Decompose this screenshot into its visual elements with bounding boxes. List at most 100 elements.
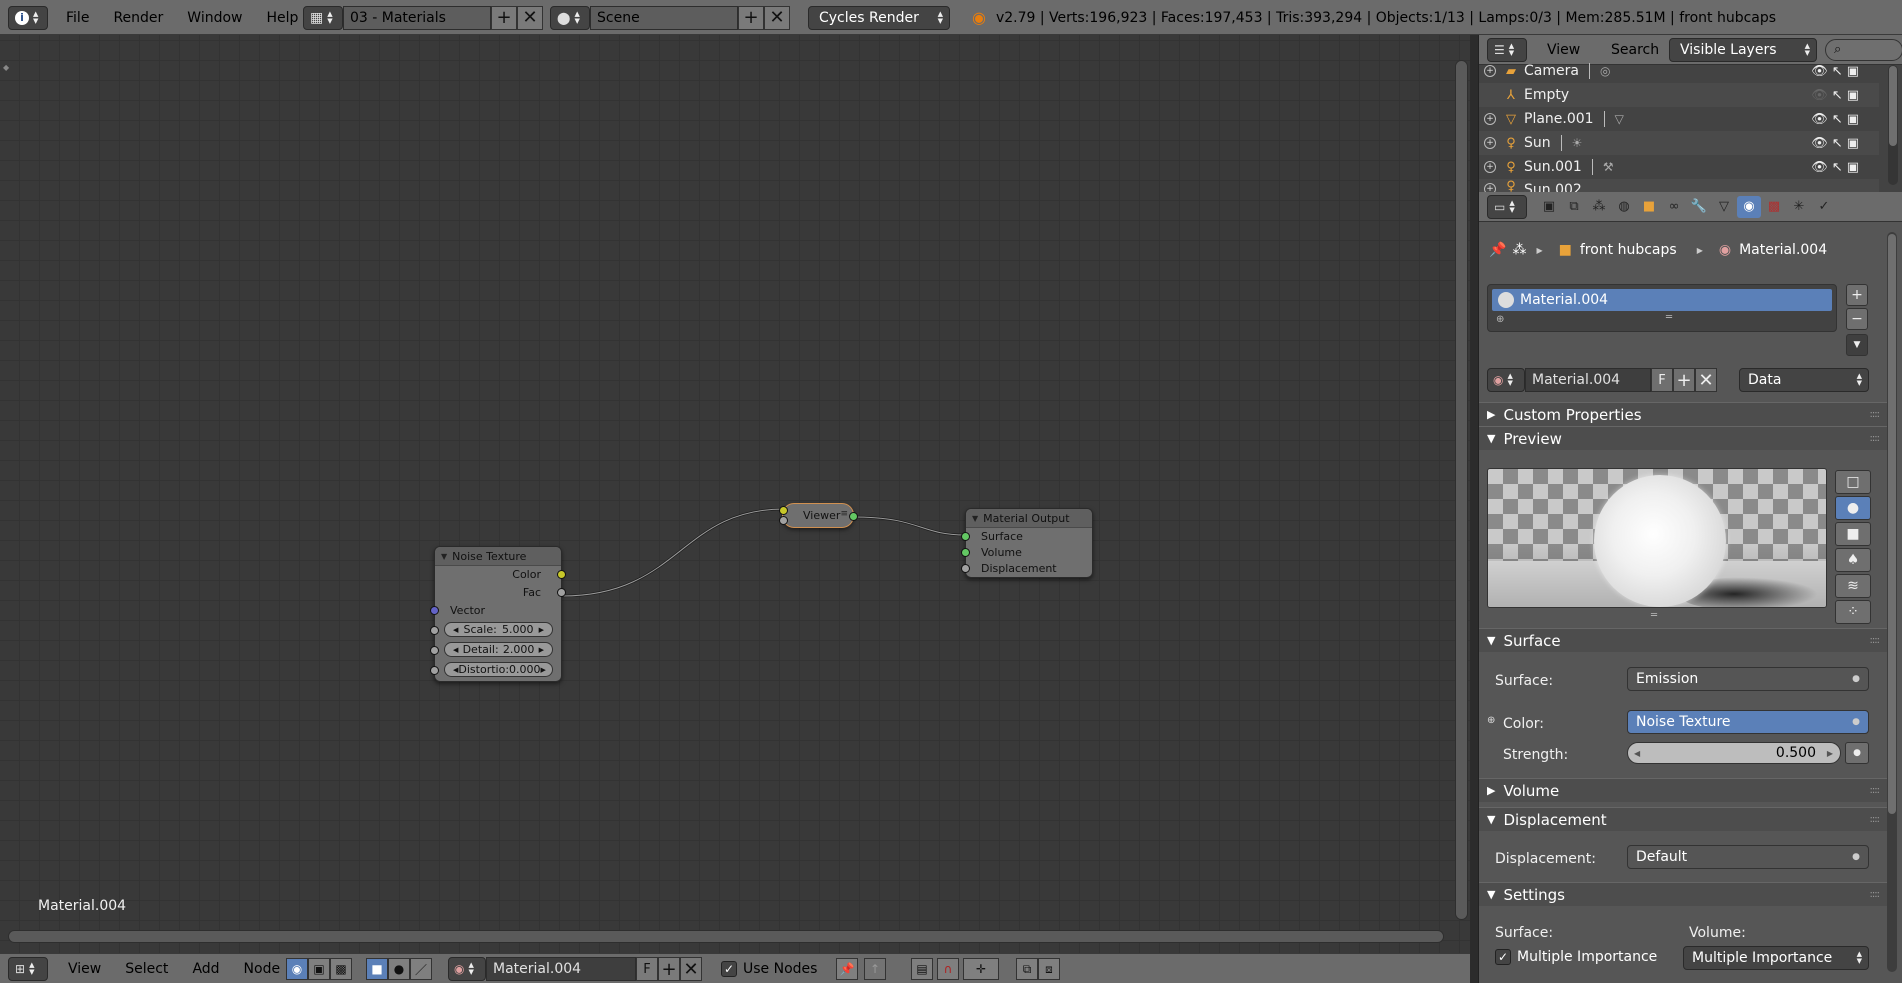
slider-right-arrow-icon[interactable]: ▶: [541, 666, 546, 674]
panel-grip-icon[interactable]: ::::: [1870, 889, 1881, 900]
menu-render[interactable]: Render: [105, 10, 171, 26]
noise-texture-node[interactable]: ▼ Noise Texture Color Fac Vector ◀ Scale…: [430, 546, 566, 682]
delete-screen-button[interactable]: ✕: [517, 5, 543, 30]
world-shader-button[interactable]: ●: [388, 958, 410, 980]
add-scene-button[interactable]: +: [738, 5, 764, 30]
fake-user-button[interactable]: F: [1651, 368, 1673, 392]
panel-grip-icon[interactable]: ::::: [1870, 409, 1881, 420]
outliner-menu-view[interactable]: View: [1539, 42, 1588, 58]
render-icon[interactable]: ▣: [1847, 136, 1859, 151]
panel-preview[interactable]: ▼ Preview ::::: [1479, 426, 1887, 450]
slider-left-arrow-icon[interactable]: ◀: [453, 626, 458, 634]
multiple-importance-toggle[interactable]: ✓ Multiple Importance: [1495, 949, 1657, 965]
expand-icon[interactable]: +: [1484, 65, 1496, 77]
node-header[interactable]: ▼ Noise Texture: [435, 547, 561, 566]
scrollbar-thumb[interactable]: [1456, 61, 1467, 919]
input-scale-socket[interactable]: [430, 626, 439, 635]
cursor-icon[interactable]: ↖: [1832, 160, 1843, 175]
render-icon[interactable]: ▣: [1847, 160, 1859, 175]
scrollbar-thumb[interactable]: [9, 931, 1443, 942]
cursor-icon[interactable]: ↖: [1832, 64, 1843, 79]
tab-material[interactable]: ◉: [1737, 195, 1761, 218]
distortion-slider[interactable]: ◀ Distortio: 0.000 ▶: [444, 662, 553, 677]
menu-view[interactable]: View: [60, 961, 109, 977]
unlink-material-button[interactable]: ✕: [1695, 368, 1717, 392]
preview-sphere-button[interactable]: ●: [1835, 496, 1871, 520]
preview-sphere-a-button[interactable]: ⁘: [1835, 600, 1871, 624]
expand-icon[interactable]: +: [1484, 113, 1496, 125]
go-parent-button[interactable]: ↑: [864, 958, 886, 980]
panel-volume[interactable]: ▶ Volume ::::: [1479, 778, 1887, 802]
cursor-icon[interactable]: ↖: [1832, 112, 1843, 127]
horizontal-scrollbar[interactable]: [8, 930, 1444, 943]
outliner-item-sun-001[interactable]: + ♀ Sun.001 ⚒ 👁 ↖ ▣: [1479, 155, 1879, 179]
material-browse[interactable]: ◉ ▲ ▼: [448, 957, 486, 981]
node-menu-icon[interactable]: ≡: [840, 509, 848, 519]
cursor-icon[interactable]: ↖: [1832, 88, 1843, 103]
eye-icon[interactable]: 👁: [1811, 64, 1828, 79]
render-icon[interactable]: ▣: [1847, 112, 1859, 127]
eye-icon[interactable]: 👁: [1811, 88, 1828, 103]
new-material-button[interactable]: +: [658, 957, 680, 981]
use-nodes-checkbox[interactable]: ✓: [721, 961, 737, 977]
color-input-dropdown[interactable]: Noise Texture ●: [1627, 710, 1869, 734]
material-slot-item[interactable]: Material.004: [1492, 289, 1832, 311]
material-slot-list[interactable]: Material.004 ⊕ ═: [1487, 284, 1837, 332]
editor-type-button[interactable]: ⊞ ▲ ▼: [8, 957, 48, 981]
viewer-node[interactable]: Viewer ≡: [779, 503, 858, 528]
snap-element-dropdown[interactable]: ✛: [963, 958, 999, 980]
strength-link-button[interactable]: ●: [1845, 742, 1869, 764]
eye-icon[interactable]: 👁: [1811, 112, 1828, 127]
compositing-nodes-button[interactable]: ▣: [308, 958, 330, 980]
volume-sampling-dropdown[interactable]: Multiple Importance ▲ ▼: [1683, 946, 1869, 970]
tab-data[interactable]: ▽: [1712, 196, 1736, 218]
input-surface-socket[interactable]: [961, 532, 970, 541]
tab-particles[interactable]: ✳: [1787, 196, 1811, 218]
collapse-triangle-icon[interactable]: ▼: [441, 552, 447, 561]
properties-scrollbar[interactable]: [1887, 232, 1897, 972]
slider-right-arrow-icon[interactable]: ▶: [539, 646, 544, 654]
collapse-triangle-icon[interactable]: ▼: [972, 514, 978, 523]
panel-grip-icon[interactable]: ::::: [1870, 433, 1881, 444]
scrollbar-thumb[interactable]: [1889, 66, 1897, 146]
screen-layout-browse[interactable]: ▦ ▲ ▼: [303, 5, 343, 30]
preview-cube-button[interactable]: ■: [1835, 522, 1871, 546]
shader-nodes-button[interactable]: ◉: [286, 958, 308, 980]
slot-list-expand-icon[interactable]: ⊕: [1496, 314, 1504, 325]
viewer-output-shader-socket[interactable]: [849, 512, 858, 521]
eye-icon[interactable]: 👁: [1811, 160, 1828, 175]
panel-displacement[interactable]: ▼ Displacement ::::: [1479, 807, 1887, 831]
display-mode-dropdown[interactable]: Visible Layers ▲ ▼: [1669, 37, 1817, 62]
surface-shader-dropdown[interactable]: Emission ●: [1627, 667, 1869, 691]
panel-grip-icon[interactable]: ::::: [1870, 635, 1881, 646]
menu-file[interactable]: File: [58, 10, 97, 26]
outliner-item-sun[interactable]: + ♀ Sun ☀ 👁 ↖ ▣: [1479, 131, 1879, 155]
output-color-socket[interactable]: [557, 570, 566, 579]
material-specials-button[interactable]: ▼: [1846, 334, 1868, 356]
panel-settings[interactable]: ▼ Settings ::::: [1479, 882, 1887, 906]
scale-slider[interactable]: ◀ Scale: 5.000 ▶: [444, 622, 553, 637]
node-editor[interactable]: ◆ ▼ Noise Texture Color Fac Vector ◀ Sca…: [0, 35, 1470, 953]
material-name-field[interactable]: Material.004: [1525, 368, 1651, 392]
render-icon[interactable]: ▣: [1847, 64, 1859, 79]
color-link-icon[interactable]: ⊕: [1487, 715, 1495, 726]
detail-slider[interactable]: ◀ Detail: 2.000 ▶: [444, 642, 553, 657]
slider-right-arrow-icon[interactable]: ▶: [539, 626, 544, 634]
decrement-arrow-icon[interactable]: ◀: [1634, 749, 1640, 758]
vertical-scrollbar[interactable]: [1455, 60, 1468, 920]
material-name-field[interactable]: Material.004: [486, 957, 636, 981]
input-vector-socket[interactable]: [430, 606, 439, 615]
menu-add[interactable]: Add: [184, 961, 227, 977]
texture-nodes-button[interactable]: ▩: [330, 958, 352, 980]
input-displacement-socket[interactable]: [961, 564, 970, 573]
eye-icon[interactable]: 👁: [1811, 136, 1828, 151]
outliner-item-camera[interactable]: + ▰ Camera ◎ 👁 ↖ ▣: [1479, 59, 1879, 83]
object-shader-button[interactable]: ■: [366, 958, 388, 980]
viewer-input-color-socket[interactable]: [779, 506, 788, 515]
multiple-importance-checkbox[interactable]: ✓: [1495, 949, 1511, 965]
panel-surface[interactable]: ▼ Surface ::::: [1479, 628, 1887, 652]
tab-world[interactable]: ◍: [1612, 196, 1636, 218]
line-style-button[interactable]: ／: [410, 958, 432, 980]
expand-icon[interactable]: +: [1484, 161, 1496, 173]
input-distortion-socket[interactable]: [430, 666, 439, 675]
